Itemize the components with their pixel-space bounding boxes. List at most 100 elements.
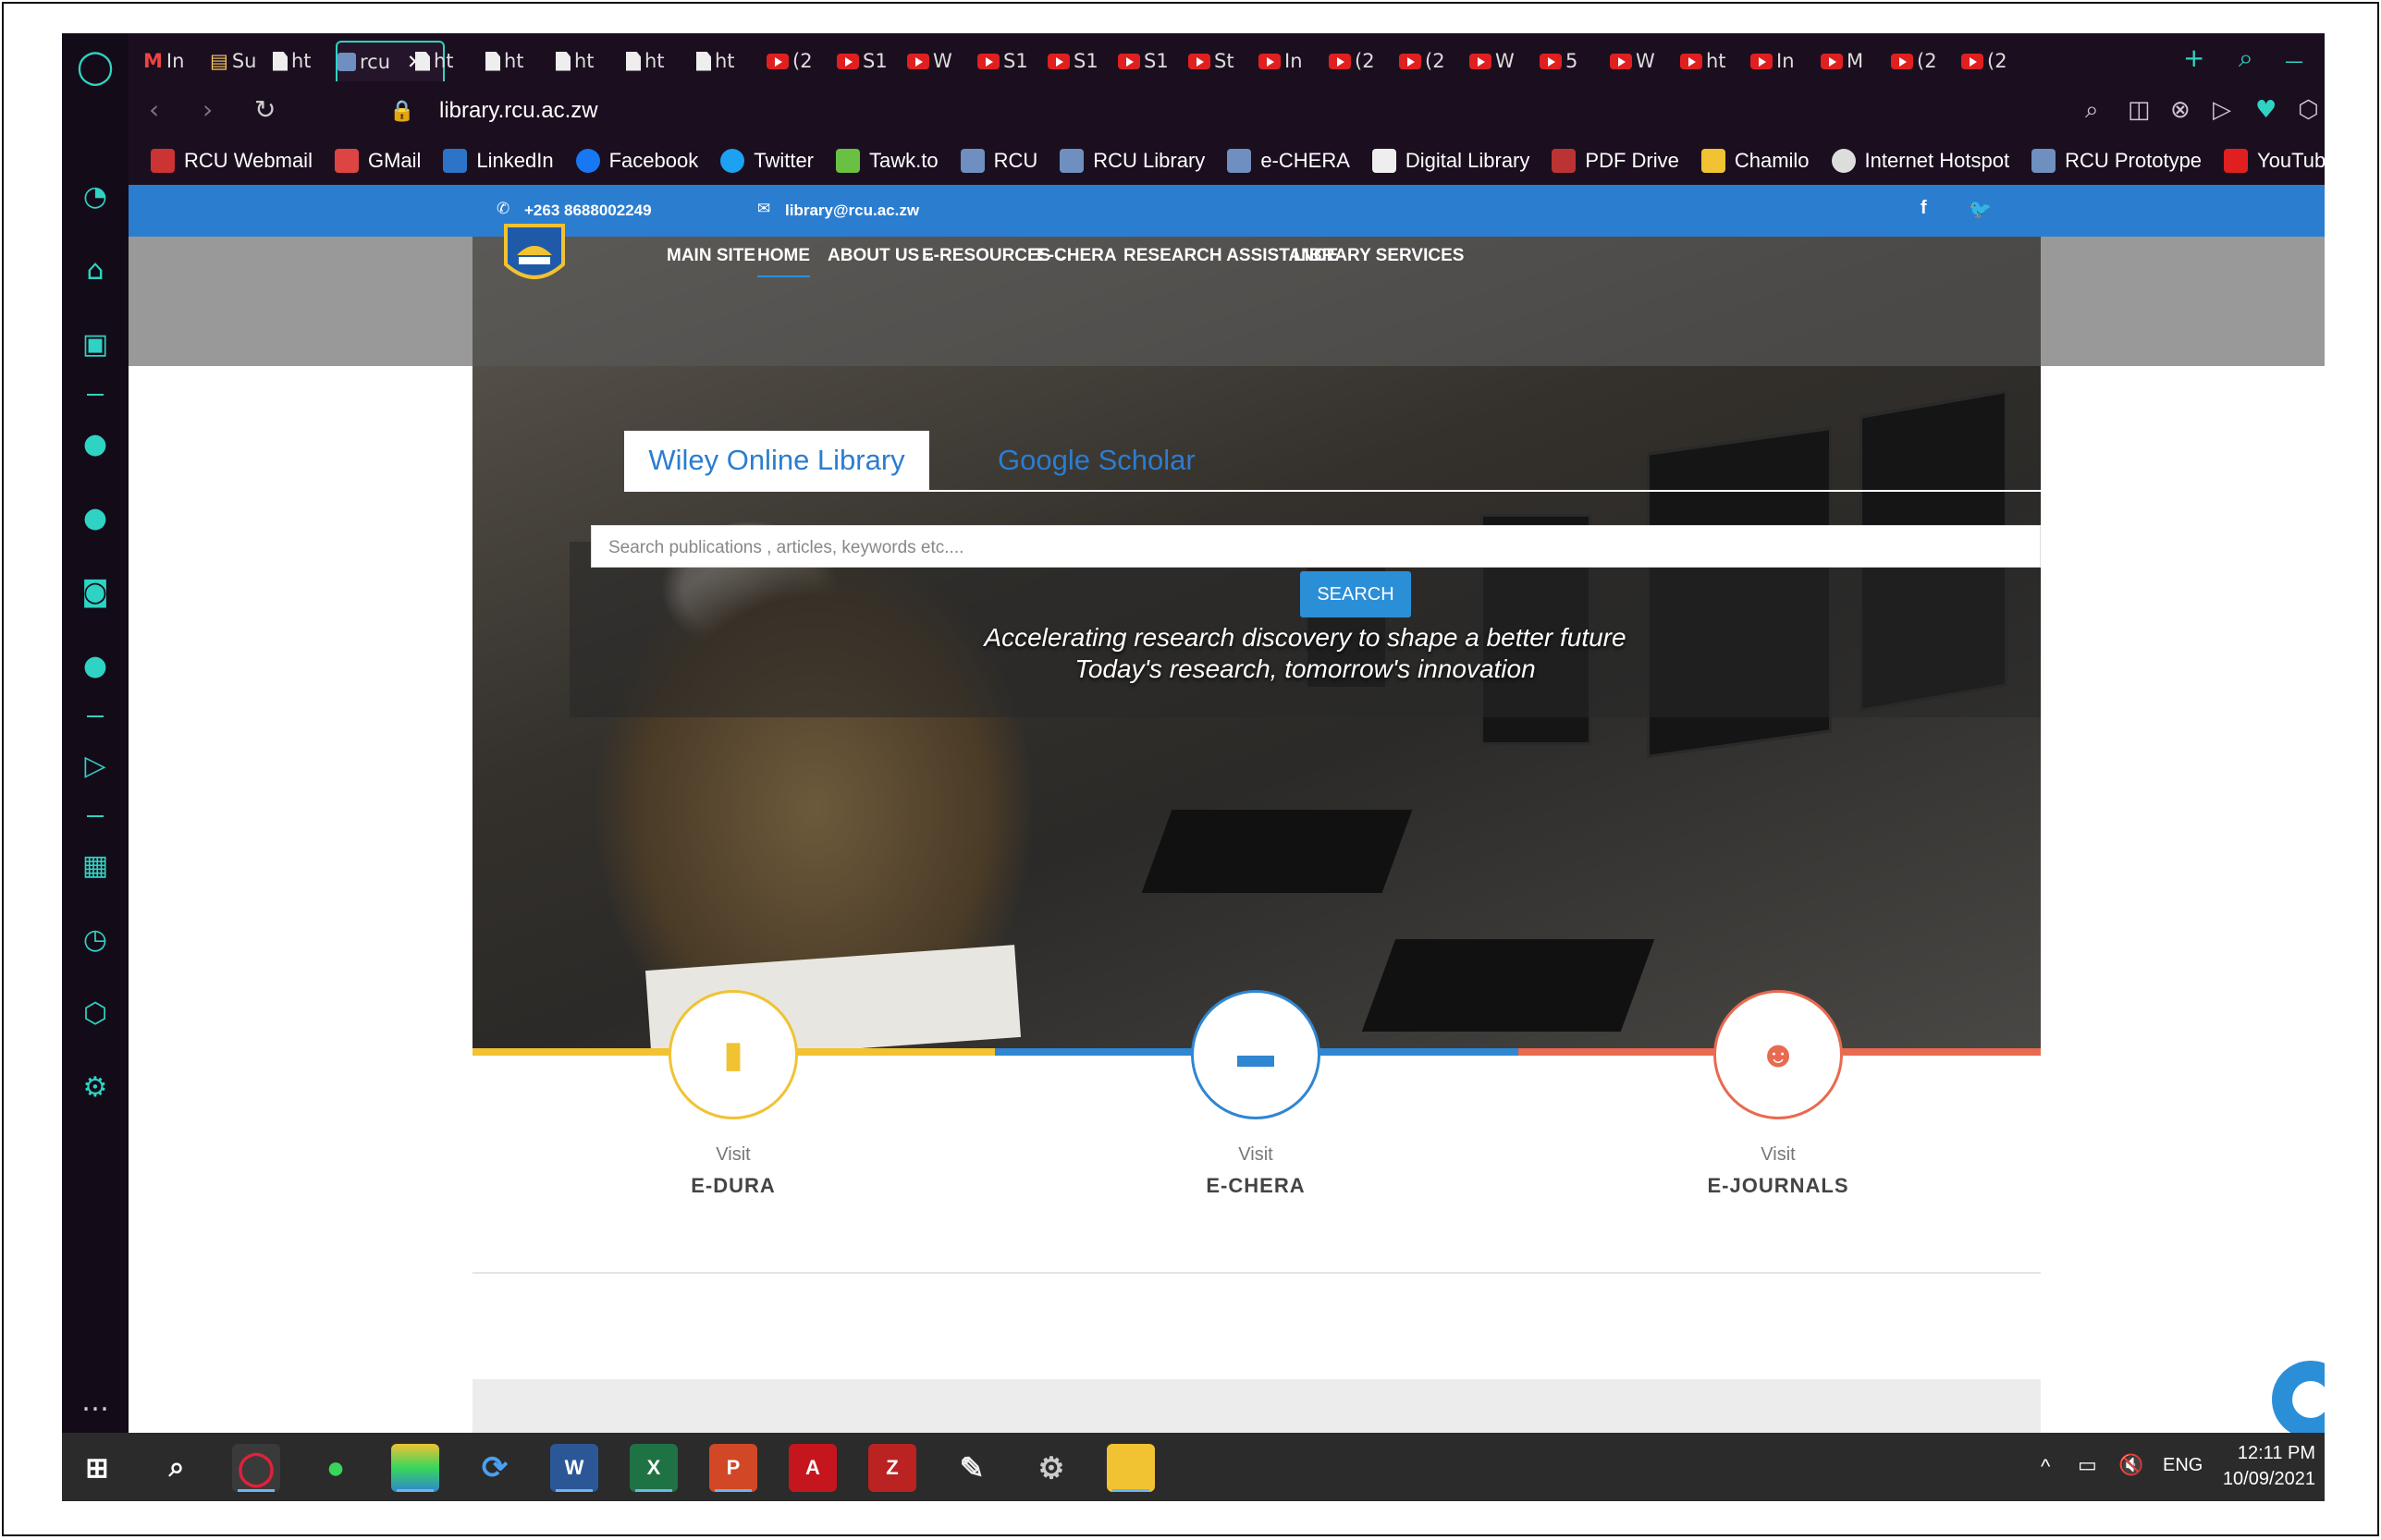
browser-tab[interactable]: (2	[1399, 41, 1460, 81]
browser-tab[interactable]: M	[1821, 41, 1882, 81]
browser-tab[interactable]: ht	[273, 41, 334, 81]
browser-tab[interactable]: ht	[485, 41, 546, 81]
bookmark-item[interactable]: Internet Hotspot	[1831, 149, 2009, 173]
word-icon[interactable]: W	[550, 1444, 598, 1492]
bookmark-item[interactable]: YouTube	[2224, 149, 2325, 173]
shopping-bag-icon[interactable]: ⌂	[62, 251, 129, 288]
windows-start-icon[interactable]: ⊞	[73, 1444, 121, 1492]
bookmark-item[interactable]: RCU Prototype	[2031, 149, 2202, 173]
browser-tab[interactable]: In	[1750, 41, 1811, 81]
card-title-link[interactable]: E-CHERA	[1117, 1174, 1394, 1198]
search-input[interactable]: Search publications , articles, keywords…	[591, 525, 2041, 568]
extensions-icon[interactable]: ⬡	[62, 995, 129, 1032]
search-icon[interactable]: ⌕	[153, 1444, 201, 1492]
more-icon[interactable]: …	[62, 1383, 129, 1420]
bookmark-item[interactable]: RCU Library	[1060, 149, 1205, 173]
tools-icon[interactable]: ⚙	[1027, 1444, 1075, 1492]
minimize-icon[interactable]: —	[2285, 50, 2303, 72]
browser-tab[interactable]: S1	[837, 41, 898, 81]
back-icon[interactable]: ‹	[149, 94, 159, 125]
history-icon[interactable]: ◷	[62, 921, 129, 958]
rcu-logo[interactable]	[497, 218, 572, 294]
powerpoint-icon[interactable]: P	[709, 1444, 757, 1492]
opera-icon[interactable]: ◯	[232, 1444, 280, 1492]
language-indicator[interactable]: ENG	[2163, 1455, 2203, 1476]
card-title-link[interactable]: E-JOURNALS	[1639, 1174, 1917, 1198]
facebook-icon[interactable]: f	[1921, 198, 1927, 219]
cube-icon[interactable]: ⬡	[2298, 96, 2319, 124]
search-button[interactable]: SEARCH	[1300, 571, 1411, 617]
browser-tab[interactable]: 5	[1540, 41, 1601, 81]
volume-muted-icon[interactable]: 🔇	[2118, 1453, 2143, 1477]
pointer-app-icon[interactable]: ✎	[948, 1444, 996, 1492]
snapshot-icon[interactable]: ◫	[2128, 96, 2151, 124]
whatsapp-icon[interactable]: ●	[62, 499, 129, 536]
tab-google-scholar[interactable]: Google Scholar	[998, 444, 1196, 477]
speed-dial-icon[interactable]: ◔	[62, 177, 129, 214]
browser-tab[interactable]: In	[1258, 41, 1319, 81]
twitter-icon[interactable]: ●	[62, 647, 129, 684]
email-address[interactable]: library@rcu.ac.zw	[785, 202, 919, 220]
sync-icon[interactable]: ⟳	[471, 1444, 519, 1492]
forward-icon[interactable]: ›	[203, 94, 213, 125]
browser-tab[interactable]: (2	[1961, 41, 2022, 81]
browser-tab[interactable]: (2	[767, 41, 828, 81]
browser-tab[interactable]: ht	[696, 41, 757, 81]
card-title-link[interactable]: E-DURA	[595, 1174, 872, 1198]
winrar-icon[interactable]: Z	[868, 1444, 916, 1492]
browser-tab[interactable]: ▤ Su	[210, 41, 271, 81]
bookmark-item[interactable]: PDF Drive	[1552, 149, 1679, 173]
browser-tab[interactable]: W	[907, 41, 968, 81]
tab-search-icon[interactable]: ⌕	[2239, 43, 2253, 74]
heart-icon[interactable]: ♥	[2255, 96, 2277, 124]
url-field[interactable]: library.rcu.ac.zw	[439, 98, 598, 124]
clock[interactable]: 12:11 PM 10/09/2021	[2223, 1440, 2315, 1492]
chat-widget-button[interactable]	[2272, 1361, 2325, 1433]
workspaces-icon[interactable]: ▦	[62, 847, 129, 884]
bookmark-item[interactable]: RCU Webmail	[151, 149, 313, 173]
browser-tab[interactable]: S1	[977, 41, 1038, 81]
bookmark-item[interactable]: LinkedIn	[443, 149, 554, 173]
messenger-icon[interactable]: ●	[62, 425, 129, 462]
browser-tab[interactable]: ht	[556, 41, 617, 81]
bookmark-item[interactable]: e-CHERA	[1227, 149, 1350, 173]
nav-item[interactable]: HOME	[757, 246, 810, 277]
nav-item[interactable]: ABOUT US ⌄	[828, 246, 936, 266]
browser-tab[interactable]: M In	[143, 41, 204, 81]
browser-tab[interactable]: (2	[1891, 41, 1952, 81]
instagram-icon[interactable]: ◙	[62, 573, 129, 610]
phone-number[interactable]: +263 8688002249	[524, 202, 652, 220]
bookmark-item[interactable]: GMail	[334, 149, 421, 173]
card-icon-circle[interactable]: ▮	[669, 990, 798, 1119]
bookmark-item[interactable]: Facebook	[575, 149, 698, 173]
twitch-icon[interactable]: ▣	[62, 325, 129, 362]
browser-tab[interactable]: ht	[626, 41, 687, 81]
network-icon[interactable]: ▭	[2078, 1453, 2097, 1477]
opera-logo-icon[interactable]: ◯	[62, 48, 129, 86]
excel-icon[interactable]: X	[630, 1444, 678, 1492]
nav-item[interactable]: E-CHERA	[1037, 246, 1117, 266]
file-explorer-icon[interactable]	[1107, 1444, 1155, 1492]
nav-item[interactable]: LIBRARY SERVICES	[1294, 246, 1464, 266]
browser-tab[interactable]: S1	[1048, 41, 1109, 81]
bookmark-item[interactable]: Digital Library	[1371, 149, 1529, 173]
new-tab-icon[interactable]: +	[2183, 43, 2204, 73]
tab-wiley-online-library[interactable]: Wiley Online Library	[624, 431, 929, 490]
browser-tab[interactable]: S1	[1118, 41, 1179, 81]
browser-tab[interactable]: W	[1610, 41, 1671, 81]
player-icon[interactable]: ▷	[62, 747, 129, 784]
settings-gear-icon[interactable]: ⚙	[62, 1069, 129, 1106]
twitter-icon[interactable]: 🐦	[1969, 198, 1992, 221]
tray-chevron-icon[interactable]: ^	[2041, 1455, 2050, 1479]
nav-item[interactable]: MAIN SITE	[667, 246, 755, 266]
reload-icon[interactable]: ↻	[254, 94, 276, 125]
adblock-icon[interactable]: ⊗	[2170, 96, 2191, 124]
browser-tab[interactable]: St	[1188, 41, 1249, 81]
flow-icon[interactable]: ▷	[2213, 96, 2231, 124]
search-page-icon[interactable]: ⌕	[2085, 96, 2099, 125]
browser-tab[interactable]: (2	[1329, 41, 1390, 81]
whatsapp-icon[interactable]: ●	[312, 1444, 360, 1492]
card-icon-circle[interactable]: ☻	[1713, 990, 1843, 1119]
bookmark-item[interactable]: RCU	[960, 149, 1037, 173]
bookmark-item[interactable]: Tawk.to	[836, 149, 939, 173]
